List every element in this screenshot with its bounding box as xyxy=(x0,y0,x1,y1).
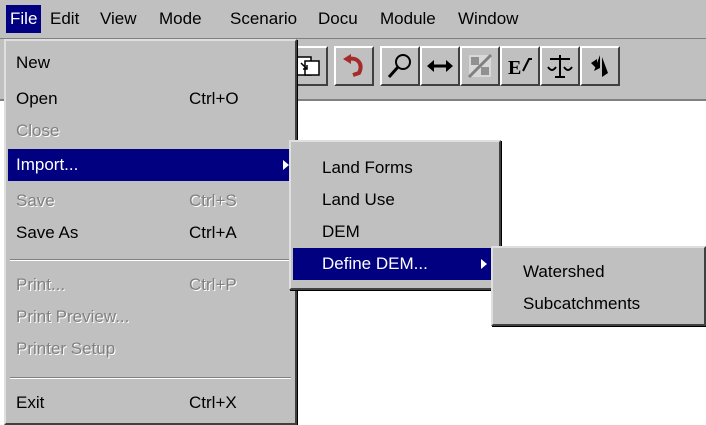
menu-mode[interactable]: Mode xyxy=(155,5,206,33)
menu-bar: File Edit View Mode Scenario Docu Module… xyxy=(0,0,706,39)
menu-item-import[interactable]: Import... xyxy=(8,149,293,181)
menu-item-new[interactable]: New xyxy=(6,47,295,79)
menu-item-watershed[interactable]: Watershed xyxy=(493,256,704,288)
menu-item-close[interactable]: Close xyxy=(6,115,295,147)
formula-icon: E xyxy=(508,57,532,79)
compass-icon xyxy=(591,55,608,77)
balance-button[interactable] xyxy=(540,46,580,86)
pan-button[interactable] xyxy=(420,46,460,86)
export-icon xyxy=(296,56,320,76)
menu-item-save[interactable]: Save Ctrl+S xyxy=(6,185,295,217)
menu-file[interactable]: File xyxy=(6,5,42,33)
menu-item-print-preview[interactable]: Print Preview... xyxy=(6,301,295,333)
menu-item-save-as[interactable]: Save As Ctrl+A xyxy=(6,217,295,249)
compass-button[interactable] xyxy=(580,46,620,86)
formula-button[interactable]: E xyxy=(500,46,540,86)
menu-scenario[interactable]: Scenario xyxy=(226,5,301,33)
menu-item-subcatchments[interactable]: Subcatchments xyxy=(493,288,704,320)
menu-view[interactable]: View xyxy=(96,5,141,33)
menu-item-print[interactable]: Print... Ctrl+P xyxy=(6,269,295,301)
pan-icon xyxy=(427,60,453,72)
menu-item-dem[interactable]: DEM xyxy=(291,216,499,248)
menu-item-exit[interactable]: Exit Ctrl+X xyxy=(6,387,295,419)
submenu-arrow-icon xyxy=(481,259,487,269)
menu-edit[interactable]: Edit xyxy=(46,5,83,33)
split-icon xyxy=(467,53,493,79)
undo-icon xyxy=(343,54,363,77)
file-menu: New New Open Ctrl+O Close Import... Save… xyxy=(4,39,297,425)
menu-separator xyxy=(10,377,291,379)
undo-button[interactable] xyxy=(334,46,374,86)
split-button[interactable] xyxy=(460,46,500,86)
menu-item-printer-setup[interactable]: Printer Setup xyxy=(6,333,295,365)
search-button[interactable] xyxy=(380,46,420,86)
menu-item-define-dem[interactable]: Define DEM... xyxy=(293,248,497,280)
menu-item-land-forms[interactable]: Land Forms xyxy=(291,152,499,184)
import-submenu: Land Forms Land Use DEM Define DEM... xyxy=(289,140,501,290)
menu-item-open[interactable]: New Open Ctrl+O xyxy=(6,83,295,115)
menu-separator xyxy=(10,259,291,261)
menu-module[interactable]: Module xyxy=(376,5,440,33)
svg-text:E: E xyxy=(508,57,521,79)
menu-window[interactable]: Window xyxy=(454,5,522,33)
menu-item-land-use[interactable]: Land Use xyxy=(291,184,499,216)
search-icon xyxy=(387,54,411,79)
define-dem-submenu: Watershed Subcatchments xyxy=(491,246,706,326)
menu-docu[interactable]: Docu xyxy=(314,5,362,33)
balance-icon xyxy=(547,55,573,78)
